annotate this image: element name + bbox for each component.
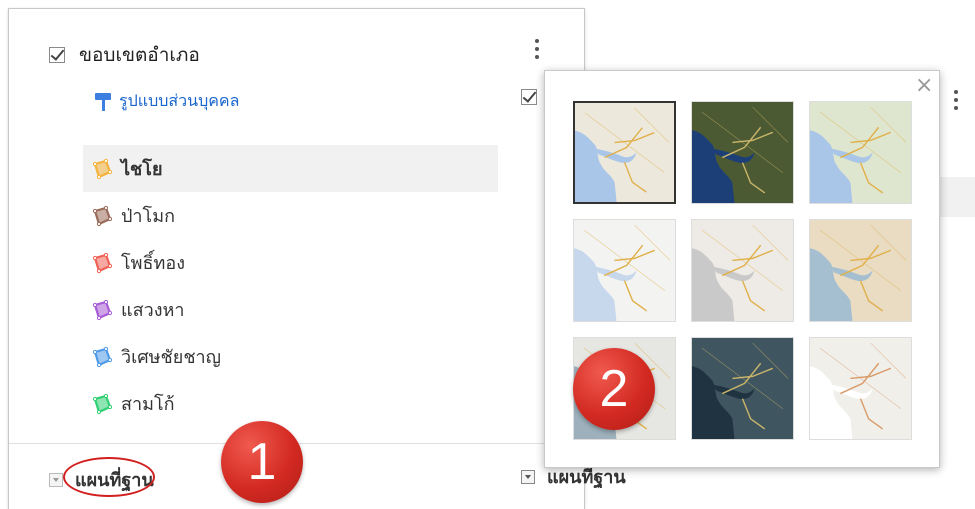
- individual-styles-link[interactable]: รูปแบบส่วนบุคคล: [95, 89, 239, 114]
- layer-item-label: ไชโย: [121, 159, 163, 180]
- layer-header: ขอบเขตอำเภอ: [49, 41, 200, 69]
- polygon-style-icon[interactable]: [91, 252, 113, 274]
- polygon-style-icon[interactable]: [91, 158, 113, 180]
- basemap-thumbnail-simple-atlas[interactable]: [809, 219, 912, 322]
- polygon-style-icon[interactable]: [91, 393, 113, 415]
- close-icon[interactable]: ×: [915, 75, 933, 97]
- checkmark-icon: [50, 46, 65, 61]
- layer-title: ขอบเขตอำเภอ: [79, 44, 200, 66]
- basemap-thumbnail-satellite[interactable]: [691, 101, 794, 204]
- basemap-thumbnail-whitewater[interactable]: [809, 337, 912, 440]
- layer-item[interactable]: แสวงหา: [83, 286, 498, 333]
- layer-item[interactable]: วิเศษชัยชาญ: [83, 333, 498, 380]
- polygon-style-icon[interactable]: [91, 299, 113, 321]
- layer-item-label: วิเศษชัยชาญ: [121, 347, 221, 368]
- polygon-style-icon[interactable]: [91, 205, 113, 227]
- checkmark-icon: [522, 88, 537, 103]
- basemap-label[interactable]: แผนที่ฐาน: [63, 457, 155, 497]
- layer-item-label: แสวงหา: [121, 300, 185, 321]
- polygon-style-icon[interactable]: [91, 346, 113, 368]
- background-layer-checkbox[interactable]: [521, 88, 537, 105]
- highlight-circle: [63, 457, 155, 497]
- chevron-down-icon[interactable]: [521, 469, 535, 484]
- layer-visibility-checkbox[interactable]: [49, 46, 65, 63]
- layer-panel: ขอบเขตอำเภอ รูปแบบส่วนบุคคล ไชโยป่าโมกโพ…: [8, 8, 585, 509]
- background-options-icon[interactable]: [954, 90, 958, 110]
- layer-item[interactable]: ไชโย: [83, 145, 498, 192]
- layer-item[interactable]: สามโก้: [83, 380, 498, 427]
- layer-item-label: ป่าโมก: [121, 206, 175, 227]
- basemap-thumbnail-light-political[interactable]: [573, 219, 676, 322]
- style-link-label: รูปแบบส่วนบุคคล: [119, 91, 240, 110]
- chevron-down-icon[interactable]: [49, 472, 63, 487]
- annotation-badge-1: 1: [221, 421, 303, 503]
- layer-item[interactable]: โพธิ์ทอง: [83, 239, 498, 286]
- basemap-thumbnail-map[interactable]: [573, 101, 676, 204]
- basemap-thumbnail-terrain[interactable]: [809, 101, 912, 204]
- layer-options-icon[interactable]: [535, 39, 539, 59]
- layer-item-label: โพธิ์ทอง: [121, 253, 185, 274]
- layer-item[interactable]: ป่าโมก: [83, 192, 498, 239]
- layer-item-list: ไชโยป่าโมกโพธิ์ทองแสวงหาวิเศษชัยชาญสามโก…: [83, 145, 498, 427]
- basemap-thumbnail-dark-landmass[interactable]: [691, 337, 794, 440]
- paint-roller-icon: [95, 91, 113, 113]
- basemap-thumbnail-mono-city[interactable]: [691, 219, 794, 322]
- annotation-badge-2: 2: [573, 348, 655, 430]
- background-selected-row: [938, 177, 975, 217]
- layer-item-label: สามโก้: [121, 394, 175, 415]
- basemap-row[interactable]: แผนที่ฐาน: [49, 457, 155, 497]
